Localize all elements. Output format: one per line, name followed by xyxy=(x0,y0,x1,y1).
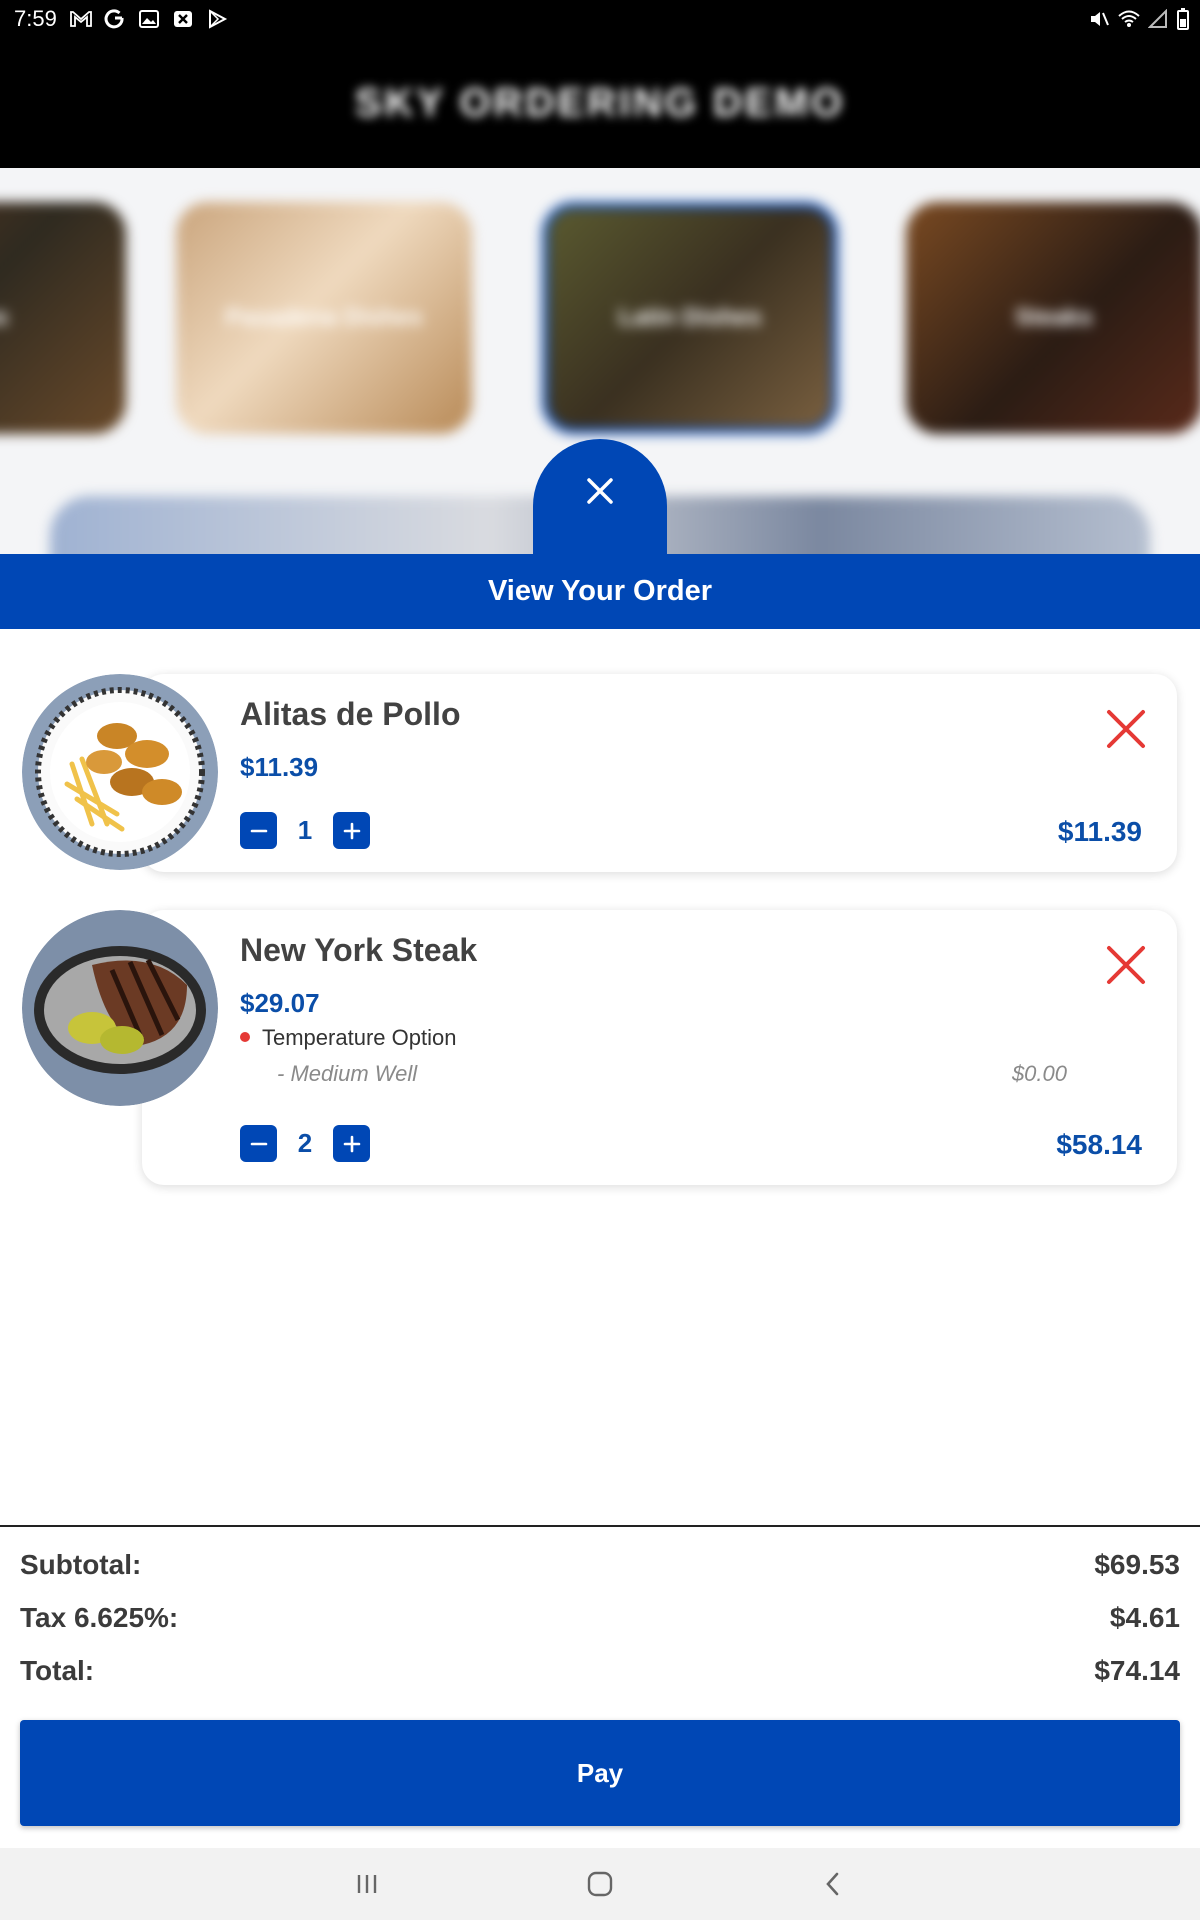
mute-icon xyxy=(1091,12,1109,26)
category-card[interactable]: Steaks xyxy=(906,202,1200,434)
increase-quantity-button[interactable] xyxy=(333,1125,370,1162)
option-label: Temperature Option xyxy=(262,1025,457,1050)
status-time: 7:59 xyxy=(14,6,57,31)
gallery-icon xyxy=(138,10,159,28)
tax-label: Tax 6.625%: xyxy=(20,1602,179,1633)
close-icon xyxy=(587,477,613,504)
category-label: Latin Dishes xyxy=(618,304,762,331)
option-value: - Medium Well xyxy=(277,1061,418,1086)
decrease-quantity-button[interactable] xyxy=(240,1125,277,1162)
increase-quantity-button[interactable] xyxy=(333,812,370,849)
x-app-icon xyxy=(173,11,192,27)
item-line-total: $11.39 xyxy=(1057,816,1142,847)
option-dot xyxy=(240,1032,250,1042)
summary-divider xyxy=(0,1525,1200,1527)
app-screen: 7:59 SKY ORDERING DEMO Apps Pasadena Dis… xyxy=(0,0,1200,1920)
category-label: Apps xyxy=(0,304,8,331)
app-header: SKY ORDERING DEMO xyxy=(0,38,1200,168)
minus-icon xyxy=(250,1142,267,1145)
order-header: View Your Order xyxy=(0,554,1200,629)
play-store-icon xyxy=(208,9,227,29)
category-label: Steaks xyxy=(1015,304,1093,331)
subtotal-label: Subtotal: xyxy=(20,1549,142,1580)
back-icon xyxy=(826,1872,839,1896)
wifi-icon xyxy=(1118,10,1140,27)
item-price: $29.07 xyxy=(240,988,320,1018)
total-label: Total: xyxy=(20,1655,95,1686)
pay-button[interactable]: Pay xyxy=(20,1720,1180,1826)
order-item: Alitas de Pollo $11.39 1 $11.39 xyxy=(142,674,1177,872)
plus-icon xyxy=(343,822,360,839)
signal-icon xyxy=(1148,9,1167,28)
system-nav-bar xyxy=(0,1848,1200,1920)
tax-row: Tax 6.625%: $4.61 xyxy=(20,1602,1180,1634)
minus-icon xyxy=(250,829,267,832)
order-item: New York Steak $29.07 Temperature Option… xyxy=(142,910,1177,1185)
status-right xyxy=(1088,0,1190,38)
subtotal-value: $69.53 xyxy=(1094,1549,1180,1580)
category-card[interactable]: Pasadena Dishes xyxy=(176,202,472,434)
back-button[interactable] xyxy=(803,1859,863,1909)
category-card-selected[interactable]: Latin Dishes xyxy=(542,202,838,434)
remove-item-icon[interactable] xyxy=(1105,944,1147,986)
remove-item-icon[interactable] xyxy=(1105,708,1147,750)
subtotal-row: Subtotal: $69.53 xyxy=(20,1549,1180,1581)
quantity-value: 1 xyxy=(297,815,313,845)
tax-value: $4.61 xyxy=(1109,1602,1180,1633)
quantity-stepper: 1 xyxy=(240,812,370,849)
item-photo-chicken-wings xyxy=(22,674,218,870)
google-icon xyxy=(104,9,124,29)
item-price: $11.39 xyxy=(240,752,319,782)
battery-icon xyxy=(1177,8,1189,30)
quantity-value: 2 xyxy=(297,1128,313,1158)
category-card[interactable]: Apps xyxy=(0,202,126,434)
item-name: Alitas de Pollo xyxy=(240,696,461,732)
status-bar: 7:59 xyxy=(0,0,1200,38)
app-title: SKY ORDERING DEMO xyxy=(354,80,846,125)
item-line-total: $58.14 xyxy=(1056,1129,1142,1160)
gmail-icon xyxy=(69,11,92,27)
plus-icon xyxy=(343,1135,360,1152)
home-icon xyxy=(587,1871,613,1897)
total-value: $74.14 xyxy=(1094,1655,1180,1686)
total-row: Total: $74.14 xyxy=(20,1655,1180,1687)
item-photo-steak xyxy=(22,910,218,1106)
home-button[interactable] xyxy=(570,1859,630,1909)
category-label: Pasadena Dishes xyxy=(225,304,423,331)
decrease-quantity-button[interactable] xyxy=(240,812,277,849)
recent-apps-button[interactable] xyxy=(337,1859,397,1909)
option-price: $0.00 xyxy=(1011,1061,1067,1086)
quantity-stepper: 2 xyxy=(240,1125,370,1162)
recent-apps-icon xyxy=(357,1875,376,1893)
item-name: New York Steak xyxy=(240,932,478,968)
